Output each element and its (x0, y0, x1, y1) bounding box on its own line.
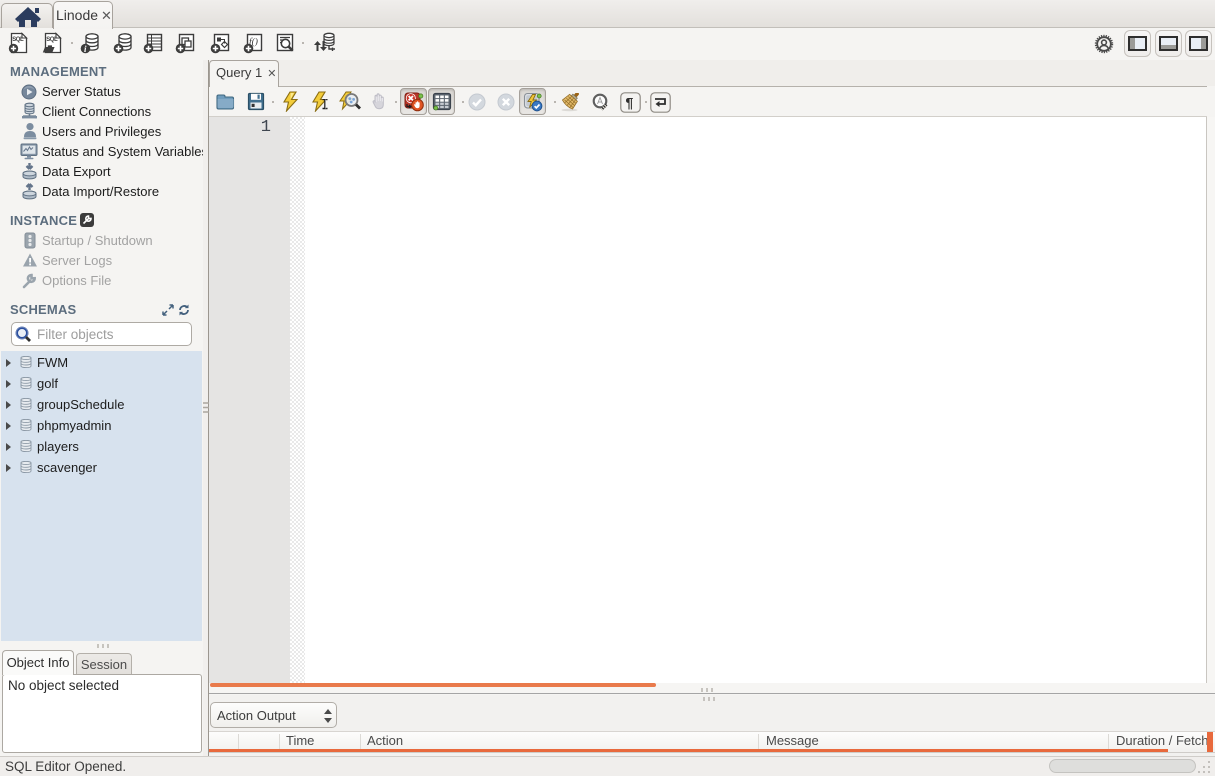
svg-text:¶: ¶ (626, 95, 634, 111)
